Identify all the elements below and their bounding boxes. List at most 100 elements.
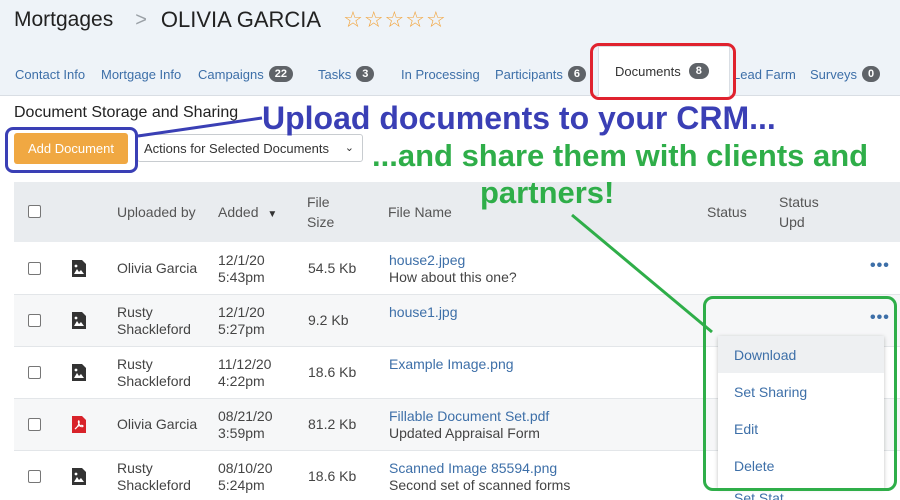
section-title: Document Storage and Sharing (14, 104, 239, 121)
star-icon[interactable]: ☆ (405, 9, 425, 31)
file-size: 54.5 Kb (308, 260, 357, 276)
add-document-highlight (5, 127, 138, 173)
count-badge: 22 (268, 66, 294, 82)
file-name-cell: house2.jpeg How about this one? (389, 252, 517, 286)
added-day: 12/1/20 (218, 252, 265, 268)
row-checkbox[interactable] (28, 470, 41, 483)
column-file-size: File Size (307, 192, 334, 232)
rating-stars[interactable]: ☆ ☆ ☆ ☆ ☆ (343, 9, 447, 31)
pdf-file-icon (72, 416, 86, 433)
added-time: 3:59pm (218, 425, 265, 441)
menu-item-set-status-partial[interactable]: Set Stat (734, 490, 784, 500)
file-size: 18.6 Kb (308, 468, 357, 484)
file-link[interactable]: Example Image.png (389, 356, 514, 373)
tab-label: In Processing (401, 66, 480, 82)
image-file-icon (72, 364, 86, 381)
added-time: 5:27pm (218, 321, 265, 337)
row-checkbox[interactable] (28, 262, 41, 275)
share-callout-text: ...and share them with clients and (372, 138, 869, 173)
column-status-updated: Status Upd (779, 192, 819, 232)
added-time: 5:43pm (218, 269, 265, 285)
count-badge: 0 (861, 66, 881, 82)
star-icon[interactable]: ☆ (385, 9, 405, 31)
column-file-name: File Name (388, 204, 452, 220)
tab-tasks[interactable]: Tasks 3 (318, 62, 375, 86)
added-date: 12/1/20 5:27pm (218, 304, 265, 338)
file-name-cell: Fillable Document Set.pdf Updated Apprai… (389, 408, 549, 442)
contact-name: OLIVIA GARCIA (160, 7, 322, 32)
added-date: 12/1/20 5:43pm (218, 252, 265, 286)
added-date: 11/12/20 4:22pm (218, 356, 271, 390)
tab-campaigns[interactable]: Campaigns 22 (198, 62, 294, 86)
upload-callout-text: Upload documents to your CRM... (262, 100, 776, 136)
file-size: 18.6 Kb (308, 364, 357, 380)
file-link[interactable]: house2.jpeg (389, 252, 517, 269)
added-day: 12/1/20 (218, 304, 265, 320)
tab-label: Contact Info (15, 66, 86, 82)
documents-tab-highlight (590, 43, 736, 100)
table-row[interactable]: Olivia Garcia 12/1/20 5:43pm 54.5 Kb hou… (14, 243, 900, 295)
column-added[interactable]: Added ▼ (218, 202, 277, 225)
file-size: 81.2 Kb (308, 416, 357, 432)
file-link[interactable]: house1.jpg (389, 304, 458, 321)
row-checkbox[interactable] (28, 314, 41, 327)
row-checkbox[interactable] (28, 366, 41, 379)
row-checkbox[interactable] (28, 418, 41, 431)
uploader-name: Rusty (117, 304, 153, 320)
uploaded-by: Olivia Garcia (117, 416, 197, 433)
column-status: Status (707, 204, 747, 220)
tab-in-processing[interactable]: In Processing (401, 62, 480, 86)
count-badge: 3 (356, 66, 375, 82)
tab-surveys[interactable]: Surveys 0 (810, 62, 881, 86)
uploaded-by: Olivia Garcia (117, 260, 197, 277)
table-header: Uploaded by Added ▼ File Size File Name … (14, 182, 900, 242)
tab-mortgage-info[interactable]: Mortgage Info (101, 62, 181, 86)
added-date: 08/10/20 5:24pm (218, 460, 273, 494)
tab-participants[interactable]: Participants 6 (495, 62, 587, 86)
added-date: 08/21/20 3:59pm (218, 408, 273, 442)
file-description: How about this one? (389, 269, 517, 285)
uploaded-by: Rusty Shackleford (117, 460, 191, 494)
share-menu-highlight (703, 296, 897, 491)
uploader-name-line2: Shackleford (117, 373, 191, 389)
breadcrumb-section[interactable]: Mortgages (14, 8, 113, 32)
star-icon[interactable]: ☆ (364, 9, 384, 31)
breadcrumb-separator-icon: > (135, 8, 147, 31)
file-name-cell: Scanned Image 85594.png Second set of sc… (389, 460, 570, 494)
more-options-icon[interactable]: ••• (870, 257, 890, 275)
column-status-updated-line1: Status (779, 194, 819, 210)
added-day: 11/12/20 (218, 356, 272, 372)
uploaded-by: Rusty Shackleford (117, 304, 191, 338)
added-time: 5:24pm (218, 477, 265, 493)
column-file-size-line2: Size (307, 214, 335, 230)
tab-lead-farm[interactable]: Lead Farm (733, 62, 796, 86)
column-status-updated-line2: Upd (779, 214, 805, 230)
tab-label: Mortgage Info (101, 66, 182, 82)
uploader-name: Olivia Garcia (117, 416, 198, 432)
star-icon[interactable]: ☆ (343, 9, 363, 31)
image-file-icon (72, 260, 86, 277)
file-size: 9.2 Kb (308, 312, 349, 328)
actions-select[interactable]: Actions for Selected Documents ⌄ (137, 134, 363, 162)
uploader-name: Rusty (117, 356, 153, 372)
count-badge: 6 (567, 66, 587, 82)
sort-desc-icon: ▼ (267, 209, 278, 220)
image-file-icon (72, 312, 86, 329)
added-day: 08/21/20 (218, 408, 273, 424)
uploaded-by: Rusty Shackleford (117, 356, 191, 390)
select-all-checkbox[interactable] (28, 205, 41, 218)
tab-label: Campaigns (198, 66, 264, 82)
tab-label: Surveys (810, 66, 857, 82)
tab-bar: Contact Info Mortgage Info Campaigns 22 … (0, 58, 900, 96)
tab-contact-info[interactable]: Contact Info (15, 62, 85, 86)
file-link[interactable]: Fillable Document Set.pdf (389, 408, 549, 425)
file-link[interactable]: Scanned Image 85594.png (389, 460, 570, 477)
actions-select-value: Actions for Selected Documents (144, 140, 329, 156)
file-description: Updated Appraisal Form (389, 425, 540, 441)
star-icon[interactable]: ☆ (426, 9, 446, 31)
uploader-name: Olivia Garcia (117, 260, 198, 276)
image-file-icon (72, 468, 86, 485)
tab-label: Lead Farm (733, 66, 796, 82)
column-file-size-line1: File (307, 194, 330, 210)
file-name-cell: house1.jpg (389, 304, 458, 321)
